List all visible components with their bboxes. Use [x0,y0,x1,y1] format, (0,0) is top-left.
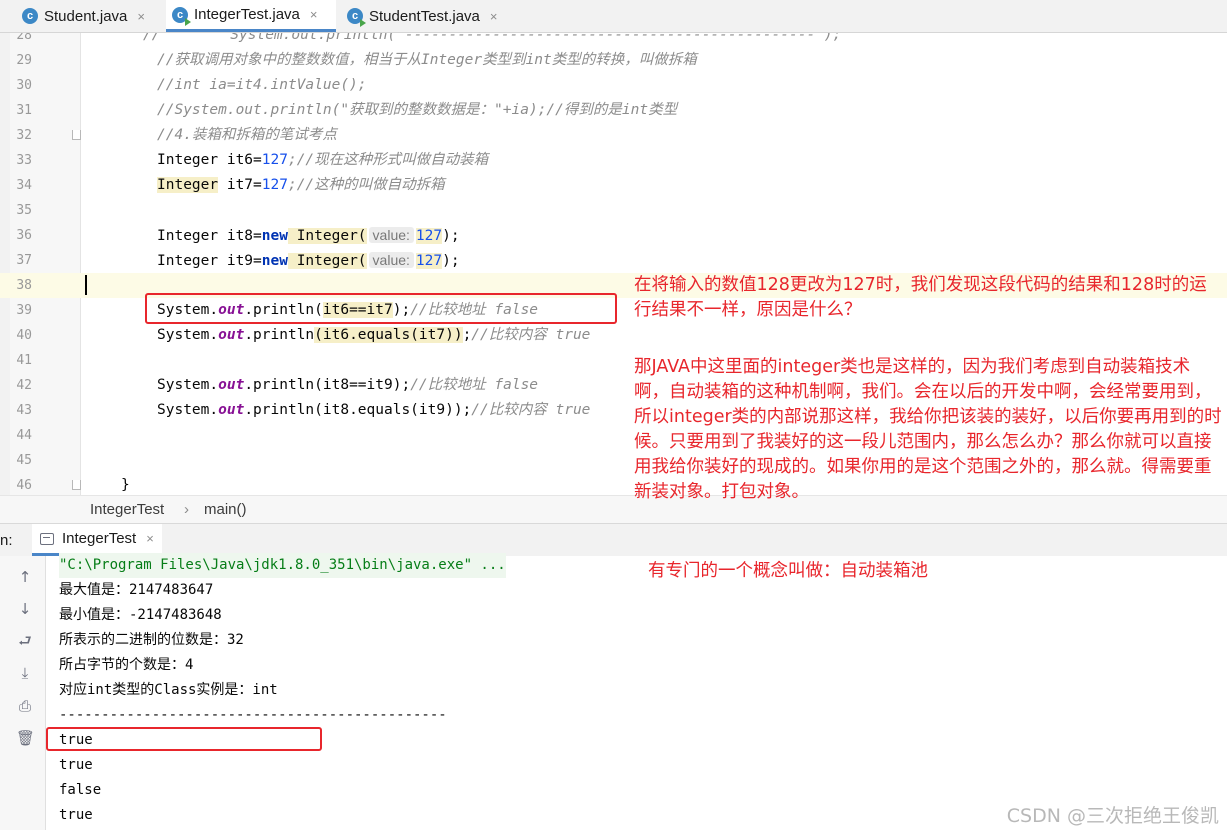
code-line: 31 //System.out.println("获取到的整数数据是："+ia)… [16,102,678,118]
breadcrumb-class[interactable]: IntegerTest [90,501,164,518]
code-line: 40 System.out.println(it6.equals(it7));/… [16,327,591,343]
console-command-line: "C:\Program Files\Java\jdk1.8.0_351\bin\… [59,553,506,578]
console-separator-line: ----------------------------------------… [59,707,447,723]
code-line: 30 //int ia=it4.intValue(); [16,77,367,93]
run-tab-integertest[interactable]: IntegerTest × [32,524,162,556]
close-icon[interactable]: × [146,531,154,546]
code-line: 36 Integer it8=new Integer(value: 127); [16,227,460,244]
console-line: false [59,782,102,798]
arrow-down-icon[interactable]: ↓ [16,600,34,618]
code-line: 28 // System.out.println("--------------… [16,33,842,43]
console-line: true [59,757,93,773]
console-line: 所占字节的个数是：4 [59,657,194,673]
console-line: 对应int类型的Class实例是：int [59,682,278,698]
console-line: true [59,807,93,823]
tab-studenttest-java[interactable]: c StudentTest.java × [341,0,515,32]
code-line: 34 Integer it7=127;//这种的叫做自动拆箱 [16,177,445,193]
annotation-note-autobox-pool: 有专门的一个概念叫做：自动装箱池 [648,561,928,581]
annotation-note-question: 在将输入的数值128更改为127时，我们发现这段代码的结果和128时的运行结果不… [634,275,1207,320]
close-icon[interactable]: × [137,9,145,24]
soft-wrap-icon[interactable]: ⮐ [16,632,34,650]
highlight-box-code [145,293,617,324]
console-line: 所表示的二进制的位数是：32 [59,632,244,648]
watermark: CSDN @三次拒绝王俊凯 [1006,805,1219,827]
tab-integertest-java[interactable]: c IntegerTest.java × [166,0,336,32]
scroll-to-end-icon[interactable]: ⤓ [16,664,34,682]
run-tab-label: IntegerTest [62,530,137,547]
console-icon [40,532,54,545]
fold-marker-icon[interactable] [72,130,81,140]
text-caret [85,275,87,295]
code-line: 29 //获取调用对象中的整数数值，相当于从Integer类型到int类型的转换… [16,52,697,68]
code-line: 37 Integer it9=new Integer(value: 127); [16,252,460,269]
java-class-icon: c [22,8,38,24]
parameter-hint: value: [368,227,414,243]
close-icon[interactable]: × [490,9,498,24]
parameter-hint: value: [368,252,414,268]
code-line: 35 [16,203,32,218]
tab-student-java[interactable]: c Student.java × [16,0,160,32]
code-line: 32 //4.装箱和拆箱的笔试考点 [16,127,337,143]
close-icon[interactable]: × [310,7,318,22]
editor-tab-bar: c Student.java × c IntegerTest.java × c … [0,0,1227,33]
java-class-runnable-icon: c [172,6,191,26]
highlight-box-output [46,727,322,751]
print-icon[interactable]: ⎙ [16,697,34,715]
breadcrumb-separator: › [184,501,189,518]
trash-icon[interactable]: 🗑 [16,729,35,747]
run-label: n: [0,532,13,549]
run-toolbar: ↑ ↓ ⮐ ⤓ ⎙ 🗑 [0,556,46,830]
console-line: 最小值是：-2147483648 [59,607,222,623]
tab-label: IntegerTest.java [194,6,300,23]
annotation-note-explanation: 那JAVA中这里面的integer类也是这样的，因为我们考虑到自动装箱技术啊，自… [634,357,1222,502]
console-line: 最大值是：2147483647 [59,582,214,598]
console-output[interactable]: "C:\Program Files\Java\jdk1.8.0_351\bin\… [46,553,1227,830]
java-class-runnable-icon: c [347,8,366,27]
breadcrumb-method[interactable]: main() [204,501,247,518]
tab-label: Student.java [44,7,128,25]
tab-label: StudentTest.java [369,7,480,25]
arrow-up-icon[interactable]: ↑ [16,568,34,586]
code-line: 33 Integer it6=127;//现在这种形式叫做自动装箱 [16,152,489,168]
run-tool-window-header: n: IntegerTest × [0,523,1227,556]
fold-marker-icon[interactable] [72,480,81,490]
